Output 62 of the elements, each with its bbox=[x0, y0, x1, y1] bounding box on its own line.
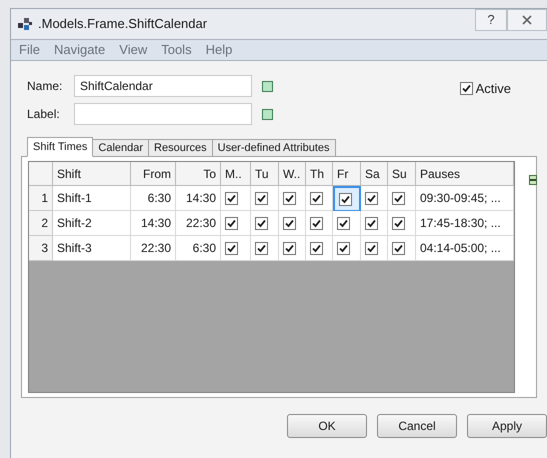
day-checkbox[interactable] bbox=[337, 216, 350, 230]
row-number: 3 bbox=[29, 236, 53, 261]
day-checkbox[interactable] bbox=[365, 192, 378, 204]
dialog-button[interactable]: Cancel bbox=[377, 414, 457, 438]
status-square-icon bbox=[262, 80, 273, 92]
day-checkbox[interactable] bbox=[283, 216, 296, 230]
table-cell: 22:30 bbox=[131, 236, 176, 261]
table-cell[interactable] bbox=[333, 236, 361, 261]
day-checkbox[interactable] bbox=[310, 192, 323, 204]
menu-item[interactable]: File bbox=[19, 40, 40, 60]
day-checkbox[interactable] bbox=[283, 242, 296, 254]
text-field[interactable] bbox=[74, 103, 252, 125]
focused-cell[interactable] bbox=[333, 186, 361, 211]
day-checkbox[interactable] bbox=[255, 216, 268, 230]
row-number: 2 bbox=[29, 211, 53, 236]
day-checkbox[interactable] bbox=[225, 242, 238, 254]
table-cell: Shift-3 bbox=[53, 236, 131, 261]
day-checkbox[interactable] bbox=[310, 242, 323, 254]
active-checkbox[interactable] bbox=[460, 82, 473, 96]
day-checkbox[interactable] bbox=[365, 242, 378, 254]
table-cell: 04:14-05:00; ... bbox=[416, 236, 514, 261]
table-cell[interactable] bbox=[251, 236, 279, 261]
tab[interactable]: User-defined Attributes bbox=[212, 139, 336, 157]
window-title: .Models.Frame.ShiftCalendar bbox=[38, 15, 208, 34]
help-button[interactable]: ? bbox=[475, 9, 507, 31]
field-label: Name: bbox=[27, 78, 64, 95]
table-cell: 6:30 bbox=[176, 236, 221, 261]
table-cell[interactable] bbox=[279, 236, 306, 261]
day-checkbox[interactable] bbox=[392, 242, 405, 254]
day-checkbox[interactable] bbox=[283, 192, 296, 204]
day-checkbox[interactable] bbox=[225, 216, 238, 230]
menu-item[interactable]: View bbox=[119, 40, 148, 60]
tab[interactable]: Shift Times bbox=[27, 137, 94, 157]
close-icon bbox=[522, 15, 532, 25]
field-label: Label: bbox=[27, 106, 61, 123]
menu-item[interactable]: Tools bbox=[161, 40, 192, 60]
day-checkbox[interactable] bbox=[310, 216, 323, 230]
day-checkbox[interactable] bbox=[255, 192, 268, 204]
dialog-button[interactable]: Apply bbox=[467, 414, 547, 438]
table-cell[interactable] bbox=[388, 236, 416, 261]
day-checkbox[interactable] bbox=[392, 192, 405, 204]
menu-item[interactable]: Help bbox=[206, 40, 232, 60]
tab[interactable]: Calendar bbox=[92, 139, 150, 157]
day-checkbox[interactable] bbox=[337, 242, 350, 254]
checkbox-label: Active bbox=[476, 80, 511, 98]
menu-item[interactable]: Navigate bbox=[54, 40, 106, 60]
day-checkbox[interactable] bbox=[392, 216, 405, 230]
day-checkbox[interactable] bbox=[225, 192, 238, 204]
table-cell[interactable] bbox=[306, 236, 333, 261]
dialog-button[interactable]: OK bbox=[287, 414, 367, 438]
tab[interactable]: Resources bbox=[148, 139, 213, 157]
close-button[interactable] bbox=[507, 9, 547, 31]
app-icon bbox=[17, 16, 33, 32]
table-cell[interactable] bbox=[221, 236, 251, 261]
row-number: 1 bbox=[29, 186, 53, 211]
table-cell[interactable] bbox=[361, 236, 388, 261]
status-square-icon bbox=[262, 108, 273, 120]
collapse-icon[interactable] bbox=[529, 175, 537, 185]
day-checkbox[interactable] bbox=[255, 242, 268, 254]
text-field[interactable]: ShiftCalendar bbox=[74, 75, 252, 97]
day-checkbox[interactable] bbox=[365, 216, 378, 230]
day-checkbox[interactable] bbox=[339, 192, 352, 206]
